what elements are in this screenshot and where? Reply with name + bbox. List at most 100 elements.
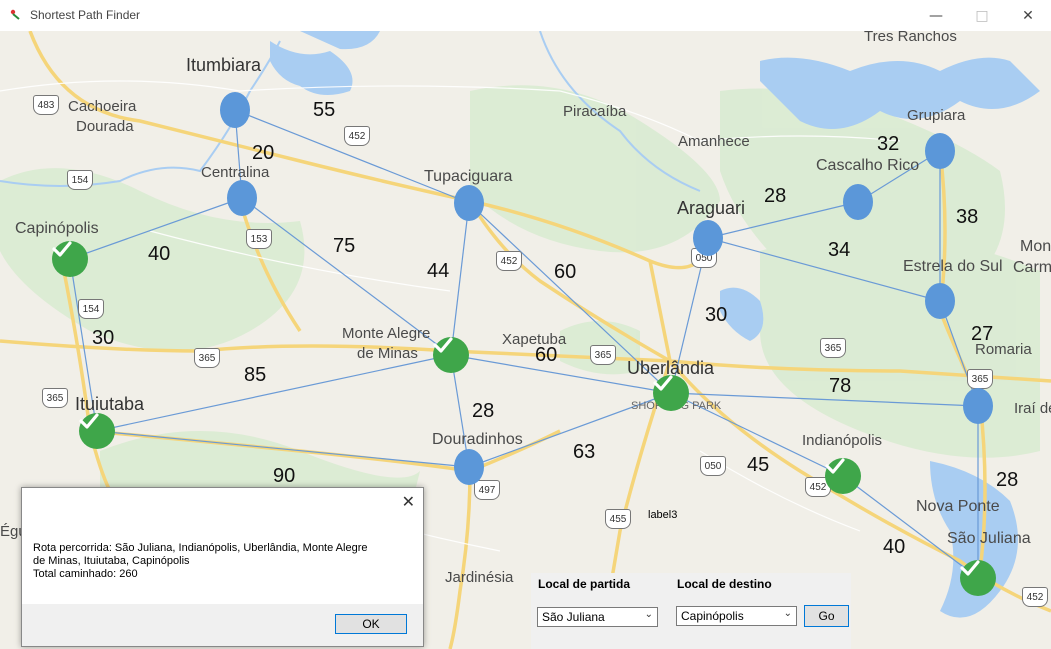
highway-shield: 452 — [496, 251, 522, 271]
edge-weight: 38 — [956, 206, 979, 228]
highway-shield: 365 — [590, 345, 616, 365]
close-window-button[interactable]: ✕ — [1005, 0, 1051, 31]
edge-weight: 30 — [92, 327, 115, 349]
chevron-down-icon: ⌄ — [783, 608, 792, 619]
edge-weight: 40 — [883, 536, 906, 558]
edge-weight: 63 — [573, 441, 596, 463]
city-node[interactable] — [693, 220, 723, 256]
place-label: Itumbiara — [186, 55, 262, 75]
place-label: Nova Ponte — [916, 498, 1000, 515]
visited-node-check-icon[interactable] — [960, 560, 996, 596]
place-label: Amanhece — [678, 133, 750, 150]
edge-weight: 34 — [828, 239, 851, 261]
dialog-total-line: Total caminhado: 260 — [33, 568, 138, 580]
edge-weight: 44 — [427, 260, 450, 282]
place-label: Cachoeira — [68, 98, 137, 115]
edge-weight: 45 — [747, 454, 770, 476]
route-controls: Local de partida Local de destino São Ju… — [531, 573, 851, 649]
place-label: Centralina — [201, 164, 270, 181]
place-label: Mon — [1020, 238, 1051, 255]
visited-node-check-icon[interactable] — [825, 458, 861, 494]
ok-button[interactable]: OK — [335, 614, 407, 634]
edge-weight: 27 — [971, 323, 994, 345]
edge-weight: 30 — [705, 304, 728, 326]
city-node[interactable] — [227, 180, 257, 216]
city-node[interactable] — [925, 133, 955, 169]
visited-node-check-icon[interactable] — [653, 375, 689, 411]
visited-node-check-icon[interactable] — [79, 413, 115, 449]
place-label: Tres Ranchos — [864, 31, 957, 45]
edge-weight: 75 — [333, 235, 356, 257]
highway-shield: 497 — [474, 480, 500, 500]
city-node[interactable] — [925, 283, 955, 319]
city-node[interactable] — [963, 388, 993, 424]
origin-select[interactable]: São Juliana ⌄ — [537, 607, 658, 627]
city-node[interactable] — [220, 92, 250, 128]
place-label: de Minas — [357, 345, 418, 362]
city-node[interactable] — [843, 184, 873, 220]
highway-shield: 455 — [605, 509, 631, 529]
edge-weight: 28 — [996, 469, 1019, 491]
maximize-button[interactable]: □ — [959, 0, 1005, 31]
place-label: Estrela do Sul — [903, 258, 1003, 275]
dialog-route-line: Rota percorrida: São Juliana, Indianópol… — [33, 542, 368, 554]
city-node[interactable] — [454, 449, 484, 485]
route-result-dialog: ✕ Rota percorrida: São Juliana, Indianóp… — [21, 487, 424, 647]
place-label: Capinópolis — [15, 220, 99, 237]
edge-weight: 28 — [764, 185, 787, 207]
highway-shield: 050 — [700, 456, 726, 476]
edge-weight: 60 — [554, 261, 577, 283]
highway-shield: 153 — [246, 229, 272, 249]
highway-shield: 365 — [194, 348, 220, 368]
highway-shield: 452 — [1022, 587, 1048, 607]
title-bar: Shortest Path Finder — □ ✕ — [0, 0, 1051, 32]
edge-weight: 40 — [148, 243, 171, 265]
destination-label: Local de destino — [677, 577, 772, 591]
highway-shield: 154 — [78, 299, 104, 319]
place-label: Grupiara — [907, 107, 966, 124]
edge-weight: 85 — [244, 364, 267, 386]
app-icon — [10, 9, 20, 20]
dialog-footer: OK — [22, 604, 423, 646]
visited-node-check-icon[interactable] — [433, 337, 469, 373]
highway-shield: 365 — [967, 369, 993, 389]
place-label: São Juliana — [947, 530, 1031, 547]
label3: label3 — [648, 509, 678, 521]
visited-node-check-icon[interactable] — [52, 241, 88, 277]
place-label: Dourada — [76, 118, 134, 135]
edge-weight: 60 — [535, 344, 558, 366]
city-node[interactable] — [454, 185, 484, 221]
close-icon[interactable]: ✕ — [402, 492, 415, 511]
highway-shield: 365 — [42, 388, 68, 408]
place-label: Jardinésia — [445, 569, 514, 586]
highway-shield: 154 — [67, 170, 93, 190]
go-button[interactable]: Go — [804, 605, 849, 627]
dialog-message: Rota percorrida: São Juliana, Indianópol… — [33, 542, 403, 581]
chevron-down-icon: ⌄ — [644, 609, 653, 620]
place-label: Ituiutaba — [75, 394, 145, 414]
highway-shield: 483 — [33, 95, 59, 115]
highway-shield: 365 — [820, 338, 846, 358]
origin-label: Local de partida — [538, 577, 631, 591]
destination-select[interactable]: Capinópolis ⌄ — [676, 606, 797, 626]
edge-weight: 78 — [829, 375, 852, 397]
edge-weight: 55 — [313, 99, 336, 121]
place-label: Monte Alegre — [342, 325, 431, 342]
edge-weight: 20 — [252, 142, 275, 164]
destination-select-value: Capinópolis — [681, 609, 744, 623]
place-label: Cascalho Rico — [816, 157, 920, 174]
place-label: Piracaíba — [563, 103, 627, 120]
map-panel[interactable]: Itumbiara Cachoeira Dourada Centralina C… — [0, 31, 1051, 649]
place-label: Douradinhos — [432, 431, 523, 448]
origin-select-value: São Juliana — [542, 610, 605, 624]
place-label: Carm — [1013, 259, 1051, 276]
minimize-button[interactable]: — — [913, 0, 959, 31]
edge-weight: 28 — [472, 400, 495, 422]
place-label: Araguari — [677, 198, 746, 218]
edge-weight: 90 — [273, 465, 296, 487]
edge-weight: 32 — [877, 133, 900, 155]
window-title: Shortest Path Finder — [30, 8, 141, 22]
place-label: Indianópolis — [802, 432, 883, 449]
highway-shield: 452 — [344, 126, 370, 146]
place-label: Tupaciguara — [424, 168, 513, 185]
